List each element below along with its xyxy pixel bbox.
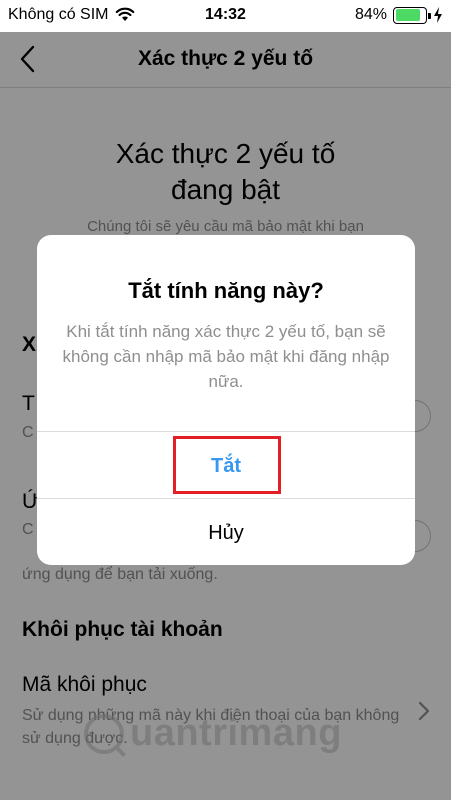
battery-icon <box>393 6 431 24</box>
highlight-annotation <box>173 436 281 494</box>
dialog-message: Khi tắt tính năng xác thực 2 yếu tố, bạn… <box>62 322 390 391</box>
battery-cap <box>428 12 431 19</box>
confirm-dialog: Tắt tính năng này? Khi tắt tính năng xác… <box>37 235 415 565</box>
cancel-button[interactable]: Hủy <box>37 499 415 565</box>
battery-fill <box>395 9 420 21</box>
dialog-title: Tắt tính năng này? <box>128 278 324 303</box>
status-right: 84% <box>355 6 443 24</box>
battery-percent: 84% <box>354 6 387 23</box>
status-bar: Không có SIM 14:32 84% <box>0 0 451 32</box>
charging-icon <box>434 7 442 23</box>
